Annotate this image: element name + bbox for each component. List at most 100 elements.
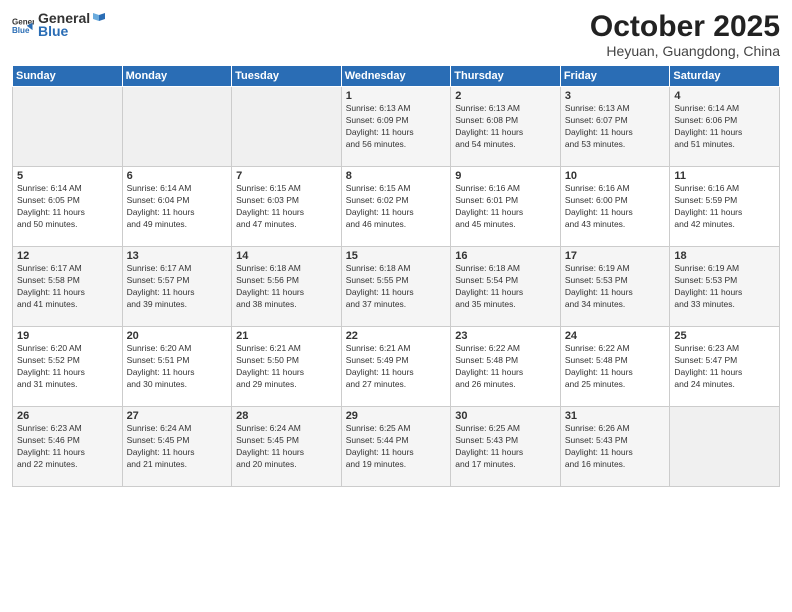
calendar-cell: 16Sunrise: 6:18 AM Sunset: 5:54 PM Dayli… bbox=[451, 247, 561, 327]
weekday-header-cell: Monday bbox=[122, 66, 232, 87]
calendar-cell: 26Sunrise: 6:23 AM Sunset: 5:46 PM Dayli… bbox=[13, 407, 123, 487]
calendar-cell: 22Sunrise: 6:21 AM Sunset: 5:49 PM Dayli… bbox=[341, 327, 451, 407]
calendar-cell bbox=[670, 407, 780, 487]
day-number: 23 bbox=[455, 330, 556, 342]
calendar-cell: 28Sunrise: 6:24 AM Sunset: 5:45 PM Dayli… bbox=[232, 407, 342, 487]
calendar-cell: 21Sunrise: 6:21 AM Sunset: 5:50 PM Dayli… bbox=[232, 327, 342, 407]
calendar-cell: 9Sunrise: 6:16 AM Sunset: 6:01 PM Daylig… bbox=[451, 167, 561, 247]
cell-info: Sunrise: 6:18 AM Sunset: 5:56 PM Dayligh… bbox=[236, 263, 337, 311]
cell-info: Sunrise: 6:13 AM Sunset: 6:07 PM Dayligh… bbox=[565, 103, 666, 151]
day-number: 6 bbox=[127, 170, 228, 182]
weekday-header-cell: Sunday bbox=[13, 66, 123, 87]
calendar-cell: 30Sunrise: 6:25 AM Sunset: 5:43 PM Dayli… bbox=[451, 407, 561, 487]
cell-info: Sunrise: 6:17 AM Sunset: 5:58 PM Dayligh… bbox=[17, 263, 118, 311]
calendar-cell bbox=[232, 87, 342, 167]
cell-info: Sunrise: 6:18 AM Sunset: 5:54 PM Dayligh… bbox=[455, 263, 556, 311]
calendar-week-row: 5Sunrise: 6:14 AM Sunset: 6:05 PM Daylig… bbox=[13, 167, 780, 247]
day-number: 31 bbox=[565, 410, 666, 422]
weekday-header-cell: Thursday bbox=[451, 66, 561, 87]
day-number: 27 bbox=[127, 410, 228, 422]
cell-info: Sunrise: 6:26 AM Sunset: 5:43 PM Dayligh… bbox=[565, 423, 666, 471]
header-row: General Blue General Blue October 2025 H… bbox=[12, 10, 780, 59]
weekday-header-cell: Friday bbox=[560, 66, 670, 87]
weekday-header-cell: Tuesday bbox=[232, 66, 342, 87]
calendar-cell: 25Sunrise: 6:23 AM Sunset: 5:47 PM Dayli… bbox=[670, 327, 780, 407]
cell-info: Sunrise: 6:13 AM Sunset: 6:08 PM Dayligh… bbox=[455, 103, 556, 151]
cell-info: Sunrise: 6:14 AM Sunset: 6:06 PM Dayligh… bbox=[674, 103, 775, 151]
day-number: 9 bbox=[455, 170, 556, 182]
calendar-cell: 6Sunrise: 6:14 AM Sunset: 6:04 PM Daylig… bbox=[122, 167, 232, 247]
day-number: 5 bbox=[17, 170, 118, 182]
day-number: 8 bbox=[346, 170, 447, 182]
day-number: 29 bbox=[346, 410, 447, 422]
calendar-cell: 2Sunrise: 6:13 AM Sunset: 6:08 PM Daylig… bbox=[451, 87, 561, 167]
calendar-cell: 4Sunrise: 6:14 AM Sunset: 6:06 PM Daylig… bbox=[670, 87, 780, 167]
weekday-header-cell: Wednesday bbox=[341, 66, 451, 87]
location-title: Heyuan, Guangdong, China bbox=[590, 43, 780, 59]
day-number: 3 bbox=[565, 90, 666, 102]
cell-info: Sunrise: 6:13 AM Sunset: 6:09 PM Dayligh… bbox=[346, 103, 447, 151]
day-number: 17 bbox=[565, 250, 666, 262]
calendar-cell: 24Sunrise: 6:22 AM Sunset: 5:48 PM Dayli… bbox=[560, 327, 670, 407]
calendar-cell: 15Sunrise: 6:18 AM Sunset: 5:55 PM Dayli… bbox=[341, 247, 451, 327]
day-number: 1 bbox=[346, 90, 447, 102]
logo: General Blue General Blue bbox=[12, 10, 108, 39]
day-number: 12 bbox=[17, 250, 118, 262]
day-number: 26 bbox=[17, 410, 118, 422]
cell-info: Sunrise: 6:24 AM Sunset: 5:45 PM Dayligh… bbox=[236, 423, 337, 471]
cell-info: Sunrise: 6:23 AM Sunset: 5:47 PM Dayligh… bbox=[674, 343, 775, 391]
cell-info: Sunrise: 6:17 AM Sunset: 5:57 PM Dayligh… bbox=[127, 263, 228, 311]
calendar-cell: 12Sunrise: 6:17 AM Sunset: 5:58 PM Dayli… bbox=[13, 247, 123, 327]
calendar-cell: 18Sunrise: 6:19 AM Sunset: 5:53 PM Dayli… bbox=[670, 247, 780, 327]
day-number: 30 bbox=[455, 410, 556, 422]
day-number: 16 bbox=[455, 250, 556, 262]
calendar-cell: 14Sunrise: 6:18 AM Sunset: 5:56 PM Dayli… bbox=[232, 247, 342, 327]
calendar-cell: 19Sunrise: 6:20 AM Sunset: 5:52 PM Dayli… bbox=[13, 327, 123, 407]
cell-info: Sunrise: 6:19 AM Sunset: 5:53 PM Dayligh… bbox=[674, 263, 775, 311]
day-number: 4 bbox=[674, 90, 775, 102]
title-block: October 2025 Heyuan, Guangdong, China bbox=[590, 10, 780, 59]
day-number: 15 bbox=[346, 250, 447, 262]
cell-info: Sunrise: 6:15 AM Sunset: 6:03 PM Dayligh… bbox=[236, 183, 337, 231]
cell-info: Sunrise: 6:25 AM Sunset: 5:43 PM Dayligh… bbox=[455, 423, 556, 471]
day-number: 20 bbox=[127, 330, 228, 342]
day-number: 28 bbox=[236, 410, 337, 422]
calendar-cell: 11Sunrise: 6:16 AM Sunset: 5:59 PM Dayli… bbox=[670, 167, 780, 247]
day-number: 22 bbox=[346, 330, 447, 342]
day-number: 10 bbox=[565, 170, 666, 182]
calendar-cell: 31Sunrise: 6:26 AM Sunset: 5:43 PM Dayli… bbox=[560, 407, 670, 487]
day-number: 7 bbox=[236, 170, 337, 182]
weekday-header-row: SundayMondayTuesdayWednesdayThursdayFrid… bbox=[13, 66, 780, 87]
cell-info: Sunrise: 6:14 AM Sunset: 6:05 PM Dayligh… bbox=[17, 183, 118, 231]
cell-info: Sunrise: 6:20 AM Sunset: 5:52 PM Dayligh… bbox=[17, 343, 118, 391]
cell-info: Sunrise: 6:19 AM Sunset: 5:53 PM Dayligh… bbox=[565, 263, 666, 311]
calendar-cell: 7Sunrise: 6:15 AM Sunset: 6:03 PM Daylig… bbox=[232, 167, 342, 247]
calendar-week-row: 26Sunrise: 6:23 AM Sunset: 5:46 PM Dayli… bbox=[13, 407, 780, 487]
cell-info: Sunrise: 6:21 AM Sunset: 5:49 PM Dayligh… bbox=[346, 343, 447, 391]
cell-info: Sunrise: 6:20 AM Sunset: 5:51 PM Dayligh… bbox=[127, 343, 228, 391]
calendar-cell: 3Sunrise: 6:13 AM Sunset: 6:07 PM Daylig… bbox=[560, 87, 670, 167]
cell-info: Sunrise: 6:23 AM Sunset: 5:46 PM Dayligh… bbox=[17, 423, 118, 471]
logo-bird-icon bbox=[91, 11, 107, 27]
svg-text:Blue: Blue bbox=[12, 26, 30, 35]
calendar-cell: 10Sunrise: 6:16 AM Sunset: 6:00 PM Dayli… bbox=[560, 167, 670, 247]
cell-info: Sunrise: 6:16 AM Sunset: 5:59 PM Dayligh… bbox=[674, 183, 775, 231]
logo-icon: General Blue bbox=[12, 14, 34, 36]
day-number: 19 bbox=[17, 330, 118, 342]
day-number: 18 bbox=[674, 250, 775, 262]
day-number: 14 bbox=[236, 250, 337, 262]
calendar-week-row: 19Sunrise: 6:20 AM Sunset: 5:52 PM Dayli… bbox=[13, 327, 780, 407]
calendar-cell: 17Sunrise: 6:19 AM Sunset: 5:53 PM Dayli… bbox=[560, 247, 670, 327]
calendar-cell: 27Sunrise: 6:24 AM Sunset: 5:45 PM Dayli… bbox=[122, 407, 232, 487]
calendar-week-row: 1Sunrise: 6:13 AM Sunset: 6:09 PM Daylig… bbox=[13, 87, 780, 167]
cell-info: Sunrise: 6:15 AM Sunset: 6:02 PM Dayligh… bbox=[346, 183, 447, 231]
day-number: 21 bbox=[236, 330, 337, 342]
calendar-cell bbox=[122, 87, 232, 167]
day-number: 24 bbox=[565, 330, 666, 342]
calendar-cell: 20Sunrise: 6:20 AM Sunset: 5:51 PM Dayli… bbox=[122, 327, 232, 407]
cell-info: Sunrise: 6:14 AM Sunset: 6:04 PM Dayligh… bbox=[127, 183, 228, 231]
cell-info: Sunrise: 6:18 AM Sunset: 5:55 PM Dayligh… bbox=[346, 263, 447, 311]
weekday-header-cell: Saturday bbox=[670, 66, 780, 87]
page-container: General Blue General Blue October 2025 H… bbox=[0, 0, 792, 497]
cell-info: Sunrise: 6:16 AM Sunset: 6:01 PM Dayligh… bbox=[455, 183, 556, 231]
